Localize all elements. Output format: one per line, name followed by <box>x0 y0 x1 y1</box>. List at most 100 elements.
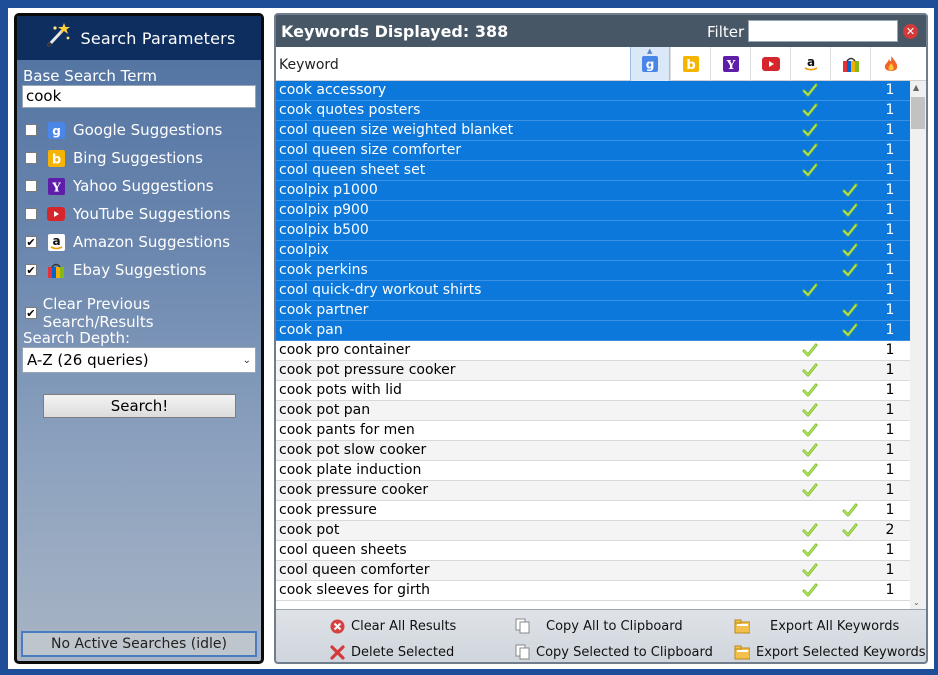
keyword-cell: cook pot slow cooker <box>279 442 427 458</box>
clear-filter-icon[interactable]: ✕ <box>903 24 918 39</box>
google-column-header[interactable]: ▲ g <box>630 47 670 81</box>
popularity-column-header[interactable] <box>870 47 910 81</box>
table-row[interactable]: cook pots with lid 1 <box>276 381 910 401</box>
amazon-check-icon <box>790 162 830 182</box>
count-cell: 1 <box>885 102 895 118</box>
amazon-check-icon <box>790 542 830 562</box>
table-row[interactable]: cool quick-dry workout shirts 1 <box>276 281 910 301</box>
table-row[interactable]: cook sleeves for girth 1 <box>276 581 910 601</box>
search-parameters-header: Search Parameters <box>17 16 261 60</box>
keyword-cell: cool queen sheets <box>279 542 407 558</box>
count-cell: 1 <box>885 122 895 138</box>
table-row[interactable]: cook quotes posters 1 <box>276 101 910 121</box>
keywords-count: Keywords Displayed: 388 <box>281 22 509 41</box>
ebay-suggestions-checkbox[interactable]: ✔ <box>25 264 37 276</box>
table-row[interactable]: cook pressure 1 <box>276 501 910 521</box>
delete-selected-button[interactable]: Delete Selected <box>329 644 454 660</box>
amazon-check-icon <box>790 342 830 362</box>
keyword-cell: cook pan <box>279 322 343 338</box>
clear-previous-option[interactable]: ✔ Clear Previous Search/Results <box>25 295 261 331</box>
ebay-column-header[interactable] <box>830 47 870 81</box>
ebay-check-icon <box>830 502 870 522</box>
keyword-column-header[interactable]: Keyword <box>279 57 339 73</box>
bing-column-header[interactable]: b <box>670 47 710 81</box>
table-row[interactable]: cook accessory 1 <box>276 81 910 101</box>
youtube-suggestions-option[interactable]: YouTube Suggestions <box>25 203 230 225</box>
youtube-suggestions-checkbox[interactable] <box>25 208 37 220</box>
count-cell: 1 <box>885 582 895 598</box>
table-row[interactable]: coolpix b500 1 <box>276 221 910 241</box>
ebay-suggestions-option[interactable]: ✔ Ebay Suggestions <box>25 259 207 281</box>
table-row[interactable]: cook pot slow cooker 1 <box>276 441 910 461</box>
delete-selected-label: Delete Selected <box>351 644 455 660</box>
google-icon: g <box>642 56 658 72</box>
google-suggestions-checkbox[interactable] <box>25 124 37 136</box>
search-depth-select[interactable]: A-Z (26 queries) ⌄ <box>22 347 256 373</box>
copy-selected-button[interactable]: Copy Selected to Clipboard <box>514 644 713 660</box>
svg-text:a: a <box>52 234 60 248</box>
ebay-check-icon <box>830 182 870 202</box>
copy-selected-label: Copy Selected to Clipboard <box>536 644 713 660</box>
clear-all-results-button[interactable]: Clear All Results <box>329 618 456 634</box>
amazon-icon: a <box>47 233 65 251</box>
svg-text:Y: Y <box>725 58 735 72</box>
bing-icon: b <box>47 149 65 167</box>
export-all-button[interactable]: Export All Keywords <box>734 618 899 634</box>
google-icon: g <box>47 121 65 139</box>
bing-suggestions-checkbox[interactable] <box>25 152 37 164</box>
svg-text:g: g <box>52 124 61 138</box>
keyword-cell: cook pressure cooker <box>279 482 429 498</box>
table-row[interactable]: cook partner 1 <box>276 301 910 321</box>
table-row[interactable]: cook pan 1 <box>276 321 910 341</box>
table-row[interactable]: cool queen comforter 1 <box>276 561 910 581</box>
yahoo-suggestions-option[interactable]: Y Yahoo Suggestions <box>25 175 214 197</box>
count-cell: 1 <box>885 82 895 98</box>
scroll-down-icon[interactable]: ⌄ <box>913 598 920 607</box>
base-search-term-input[interactable]: cook <box>22 85 256 108</box>
table-row[interactable]: cook pot pan 1 <box>276 401 910 421</box>
keyword-cell: cook pots with lid <box>279 382 402 398</box>
table-row[interactable]: coolpix p900 1 <box>276 201 910 221</box>
count-cell: 1 <box>885 222 895 238</box>
table-row[interactable]: cook perkins 1 <box>276 261 910 281</box>
yahoo-icon: Y <box>47 177 65 195</box>
count-cell: 2 <box>885 522 895 538</box>
clear-previous-checkbox[interactable]: ✔ <box>25 307 37 319</box>
yahoo-column-header[interactable]: Y <box>710 47 750 81</box>
table-row[interactable]: coolpix 1 <box>276 241 910 261</box>
table-row[interactable]: cook pot pressure cooker 1 <box>276 361 910 381</box>
grid-scrollbar[interactable]: ▲ ⌄ <box>910 81 926 609</box>
filter-input[interactable] <box>748 20 898 42</box>
table-row[interactable]: cool queen size comforter 1 <box>276 141 910 161</box>
bing-suggestions-option[interactable]: b Bing Suggestions <box>25 147 203 169</box>
scroll-up-icon[interactable]: ▲ <box>913 83 919 92</box>
table-row[interactable]: cool queen size weighted blanket 1 <box>276 121 910 141</box>
copy-all-button[interactable]: Copy All to Clipboard <box>514 618 683 634</box>
amazon-check-icon <box>790 402 830 422</box>
count-cell: 1 <box>885 482 895 498</box>
popularity-flame-icon <box>884 56 897 71</box>
search-parameters-panel: Search Parameters Base Search Term cook … <box>14 13 264 664</box>
amazon-suggestions-option[interactable]: ✔ a Amazon Suggestions <box>25 231 230 253</box>
export-selected-button[interactable]: Export Selected Keywords <box>734 644 925 660</box>
panel-title: Search Parameters <box>80 28 236 48</box>
table-row[interactable]: cook pants for men 1 <box>276 421 910 441</box>
yahoo-suggestions-checkbox[interactable] <box>25 180 37 192</box>
table-row[interactable]: cook pressure cooker 1 <box>276 481 910 501</box>
table-row[interactable]: cool queen sheets 1 <box>276 541 910 561</box>
keyword-cell: cook pot pan <box>279 402 371 418</box>
scroll-thumb[interactable] <box>911 97 925 129</box>
search-button[interactable]: Search! <box>43 394 236 418</box>
svg-text:g: g <box>646 58 655 72</box>
youtube-column-header[interactable] <box>750 47 790 81</box>
table-row[interactable]: cook pro container 1 <box>276 341 910 361</box>
table-row[interactable]: cook plate induction 1 <box>276 461 910 481</box>
table-row[interactable]: cook pot 2 <box>276 521 910 541</box>
amazon-suggestions-checkbox[interactable]: ✔ <box>25 236 37 248</box>
count-cell: 1 <box>885 422 895 438</box>
table-row[interactable]: coolpix p1000 1 <box>276 181 910 201</box>
google-suggestions-option[interactable]: g Google Suggestions <box>25 119 222 141</box>
amazon-column-header[interactable]: a <box>790 47 830 81</box>
keyword-cell: coolpix p900 <box>279 202 369 218</box>
table-row[interactable]: cool queen sheet set 1 <box>276 161 910 181</box>
